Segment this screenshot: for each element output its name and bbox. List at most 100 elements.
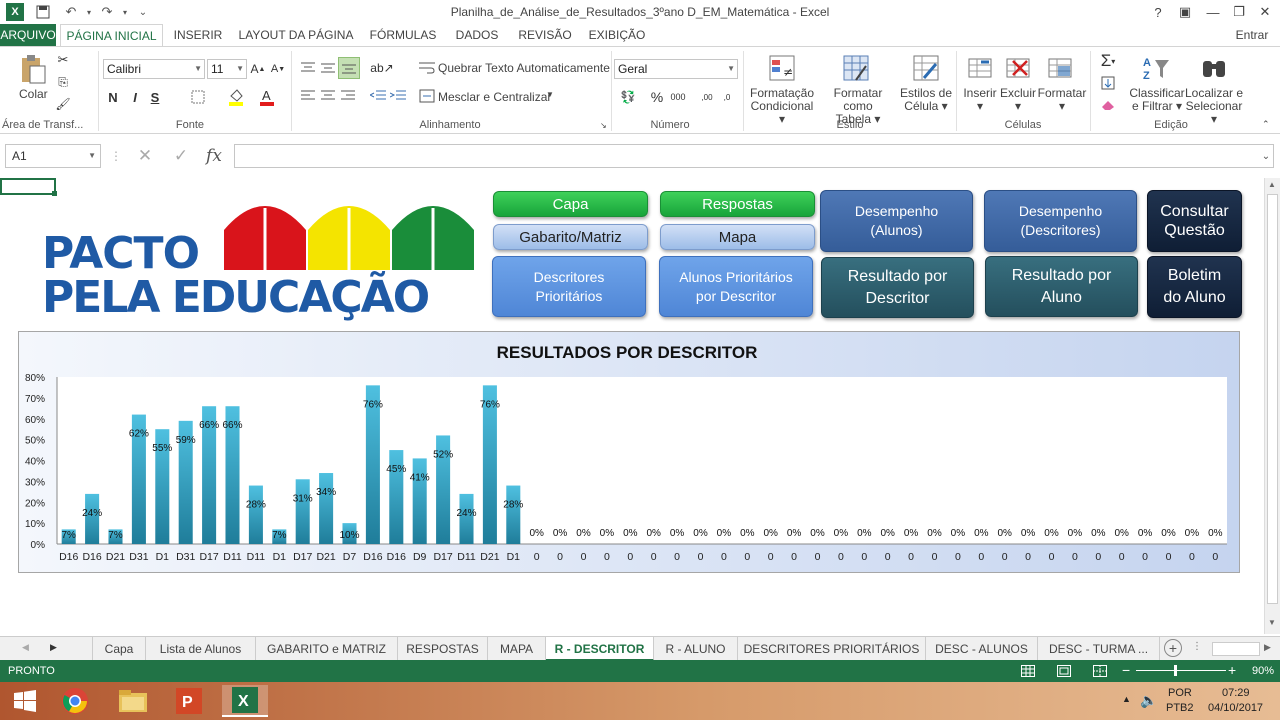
format-cells-icon[interactable] bbox=[1046, 53, 1074, 83]
borders-icon[interactable] bbox=[187, 87, 209, 107]
scrollbar-thumb[interactable] bbox=[1267, 194, 1278, 604]
font-name-select[interactable]: Calibri ▼ bbox=[103, 59, 205, 79]
wrap-text-button[interactable]: Quebrar Texto Automaticamente bbox=[438, 61, 610, 75]
scroll-right-icon[interactable]: ▶ bbox=[1264, 642, 1271, 653]
page-layout-icon[interactable] bbox=[1056, 663, 1072, 679]
drag-handle-icon[interactable]: ⋮ bbox=[110, 148, 122, 164]
boletim-aluno-button[interactable]: Boletim do Aluno bbox=[1147, 256, 1242, 318]
scroll-tabs-left-icon[interactable]: ◀ bbox=[22, 642, 29, 653]
tab-layout[interactable]: LAYOUT DA PÁGINA bbox=[234, 24, 358, 46]
scroll-tabs-right-icon[interactable]: ▶ bbox=[50, 642, 57, 653]
drag-handle-icon[interactable]: ⋮ bbox=[1192, 641, 1202, 652]
format-painter-icon[interactable]: 🖌 bbox=[54, 95, 72, 113]
zoom-out-icon[interactable]: − bbox=[1122, 662, 1130, 678]
merge-center-button[interactable]: Mesclar e Centralizar bbox=[438, 90, 551, 104]
zoom-slider-thumb[interactable] bbox=[1174, 665, 1177, 676]
tab-exibicao[interactable]: EXIBIÇÃO bbox=[584, 24, 650, 46]
name-box[interactable]: A1 ▼ bbox=[5, 144, 101, 168]
resultado-aluno-button[interactable]: Resultado por Aluno bbox=[985, 256, 1138, 317]
increase-indent-icon[interactable] bbox=[388, 87, 408, 105]
page-break-icon[interactable] bbox=[1092, 663, 1108, 679]
tab-formulas[interactable]: FÓRMULAS bbox=[366, 24, 440, 46]
underline-button[interactable]: S bbox=[147, 87, 163, 107]
alunos-prioritarios-button[interactable]: Alunos Prioritários por Descritor bbox=[659, 256, 813, 317]
tab-arquivo[interactable]: ARQUIVO bbox=[0, 24, 56, 46]
fill-handle[interactable] bbox=[52, 191, 57, 196]
decrease-indent-icon[interactable] bbox=[368, 87, 388, 105]
resultado-descritor-button[interactable]: Resultado por Descritor bbox=[821, 257, 974, 318]
delete-cells-icon[interactable] bbox=[1004, 53, 1032, 83]
cell-styles-button[interactable]: Estilos de Célula ▾ bbox=[898, 87, 954, 113]
bold-button[interactable]: N bbox=[105, 87, 121, 107]
thousands-button[interactable]: 000 bbox=[668, 87, 688, 107]
cancel-icon[interactable]: ✕ bbox=[134, 146, 156, 166]
show-hidden-icons[interactable]: ▲ bbox=[1122, 694, 1131, 704]
chart-container[interactable]: RESULTADOS POR DESCRITOR 0% 10% 20% 30% 40% 50… bbox=[18, 331, 1240, 573]
align-right-icon[interactable] bbox=[338, 87, 358, 105]
windows-start-icon[interactable] bbox=[2, 685, 48, 717]
file-explorer-icon[interactable] bbox=[110, 685, 156, 717]
keyboard-layout[interactable]: PTB2 bbox=[1166, 702, 1194, 714]
respostas-button[interactable]: Respostas bbox=[660, 191, 815, 217]
zoom-level[interactable]: 90% bbox=[1252, 665, 1274, 677]
sheet-tab-r-descritor[interactable]: R - DESCRITOR bbox=[546, 637, 654, 661]
align-center-icon[interactable] bbox=[318, 87, 338, 105]
sheet-tab-descritores-prioritarios[interactable]: DESCRITORES PRIORITÁRIOS bbox=[738, 637, 926, 661]
collapse-ribbon-icon[interactable]: ⌃ bbox=[1262, 119, 1270, 130]
tab-pagina-inicial[interactable]: PÁGINA INICIAL bbox=[60, 24, 163, 46]
normal-view-icon[interactable] bbox=[1020, 663, 1036, 679]
signin-link[interactable]: Entrar bbox=[1226, 24, 1278, 46]
paste-label[interactable]: Colar bbox=[19, 87, 48, 101]
horizontal-scrollbar[interactable] bbox=[1212, 642, 1260, 656]
chevron-down-icon[interactable]: ▼ bbox=[546, 90, 554, 99]
insert-function-button[interactable]: fx bbox=[202, 146, 226, 166]
tab-revisao[interactable]: REVISÃO bbox=[514, 24, 576, 46]
align-left-icon[interactable] bbox=[298, 87, 318, 105]
restore-icon[interactable]: ❐ bbox=[1226, 2, 1252, 22]
font-color-icon[interactable]: A bbox=[258, 87, 276, 107]
delete-cells-button[interactable]: Excluir ▾ bbox=[996, 87, 1040, 113]
fill-icon[interactable] bbox=[1096, 73, 1120, 93]
tab-dados[interactable]: DADOS bbox=[448, 24, 506, 46]
chrome-icon[interactable] bbox=[52, 685, 98, 717]
language-code[interactable]: POR bbox=[1168, 687, 1192, 699]
decrease-decimal-icon[interactable]: ,0 bbox=[718, 87, 736, 107]
merge-center-icon[interactable] bbox=[418, 87, 436, 105]
binoculars-icon[interactable] bbox=[1198, 53, 1230, 83]
tab-inserir[interactable]: INSERIR bbox=[170, 24, 226, 46]
currency-icon[interactable]: 💱 bbox=[616, 87, 640, 107]
sheet-tab-r-aluno[interactable]: R - ALUNO bbox=[654, 637, 738, 661]
font-size-select[interactable]: 11 ▼ bbox=[207, 59, 247, 79]
sort-filter-button[interactable]: Classificar e Filtrar ▾ bbox=[1128, 87, 1186, 113]
paste-icon[interactable] bbox=[18, 53, 48, 85]
wrap-text-icon[interactable] bbox=[418, 59, 436, 77]
orientation-icon[interactable]: ab↗ bbox=[370, 59, 394, 77]
clear-icon[interactable] bbox=[1096, 95, 1120, 115]
sheet-tab-lista-alunos[interactable]: Lista de Alunos bbox=[146, 637, 256, 661]
clock-date[interactable]: 04/10/2017 bbox=[1208, 702, 1263, 714]
percent-button[interactable]: % bbox=[648, 87, 666, 107]
fill-color-icon[interactable] bbox=[226, 87, 246, 107]
sheet-tab-gabarito[interactable]: GABARITO e MATRIZ bbox=[256, 637, 398, 661]
format-table-icon[interactable] bbox=[840, 53, 872, 83]
desempenho-alunos-button[interactable]: Desempenho (Alunos) bbox=[820, 190, 973, 252]
align-top-icon[interactable] bbox=[298, 59, 318, 77]
insert-cells-icon[interactable] bbox=[966, 53, 994, 83]
zoom-in-icon[interactable]: + bbox=[1228, 662, 1236, 678]
cut-icon[interactable]: ✂ bbox=[54, 51, 72, 69]
desempenho-descritores-button[interactable]: Desempenho (Descritores) bbox=[984, 190, 1137, 252]
excel-taskbar-icon[interactable]: X bbox=[222, 685, 268, 717]
mapa-button[interactable]: Mapa bbox=[660, 224, 815, 250]
zoom-slider[interactable] bbox=[1136, 670, 1226, 671]
powerpoint-icon[interactable]: P bbox=[166, 685, 212, 717]
format-cells-button[interactable]: Formatar ▾ bbox=[1036, 87, 1088, 113]
cell-styles-icon[interactable] bbox=[910, 53, 942, 83]
clock-time[interactable]: 07:29 bbox=[1222, 687, 1250, 699]
enter-icon[interactable]: ✓ bbox=[170, 146, 192, 166]
sheet-tab-mapa[interactable]: MAPA bbox=[488, 637, 546, 661]
active-cell[interactable] bbox=[0, 178, 56, 195]
close-icon[interactable]: ✕ bbox=[1252, 2, 1278, 22]
increase-font-icon[interactable]: A ▲ bbox=[250, 59, 266, 79]
expand-formula-icon[interactable]: ⌄ bbox=[1258, 148, 1274, 164]
sheet-tab-desc-alunos[interactable]: DESC - ALUNOS bbox=[926, 637, 1038, 661]
